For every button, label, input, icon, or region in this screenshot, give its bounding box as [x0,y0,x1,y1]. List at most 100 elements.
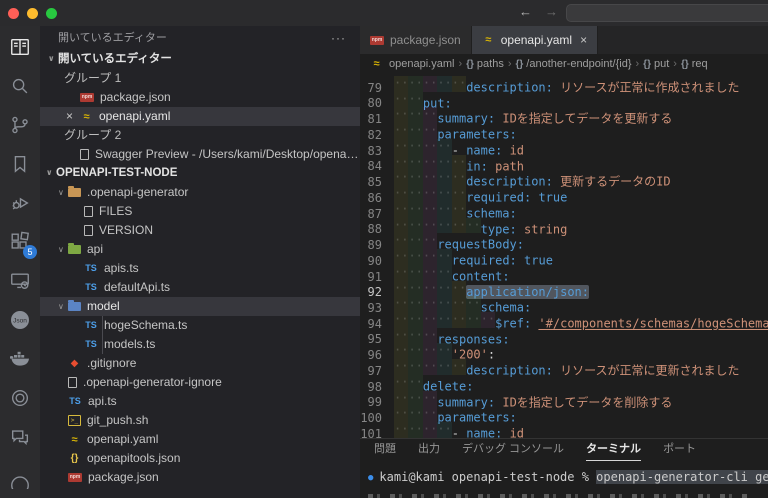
remote-explorer-icon[interactable] [7,268,33,294]
close-window-button[interactable] [8,8,19,19]
breadcrumb: ≈ openapi.yaml ›{} paths ›{}/another-endpoin… [360,54,768,74]
breadcrumb-item[interactable]: {} paths [466,58,504,70]
terminal-clipped-line [368,494,748,498]
tree-item[interactable]: TS hogeSchema.ts [40,316,360,335]
sidebar-more-actions-icon[interactable]: ··· [331,26,346,50]
yaml-icon: ≈ [83,110,90,123]
code-editor[interactable]: 79 ··········description: リソースが正常に作成されました… [360,74,768,438]
editor-group-label: グループ 2 [64,128,122,142]
code-line[interactable]: 79 ··········description: リソースが正常に作成されました [360,76,768,95]
code-line[interactable]: 83 ········- name: id [360,138,768,158]
api-folder-icon [68,243,81,255]
json-braces-icon: {} [70,453,79,465]
tree-item[interactable]: .openapi-generator-ignore [40,373,360,392]
ring-tool-icon[interactable] [7,385,33,411]
panel-tab[interactable]: ターミナル [586,440,642,461]
breadcrumb-item[interactable]: {} put [643,58,669,70]
terminal[interactable]: ● kami@kami openapi-test-node % openapi-g… [360,461,768,498]
project-root-header[interactable]: ∨ OPENAPI-TEST-NODE [40,164,360,183]
editor-tab[interactable]: npm package.json [360,26,472,54]
code-line[interactable]: 86 ··········required: true [360,186,768,205]
code-line[interactable]: 81 ······summary: IDを指定してデータを更新する [360,107,768,126]
maximize-window-button[interactable] [46,8,57,19]
extensions-badge: 5 [23,245,37,259]
code-line[interactable]: 85 ··········description: 更新するデータのID [360,170,768,189]
code-line[interactable]: 94 ··············$ref: '#/components/sche… [360,312,768,331]
bottom-panel: 問題 出力 デバッグ コンソール ターミナル ポート ● kami@kami openap… [360,438,768,498]
code-line[interactable]: 90 ········required: true [360,249,768,268]
panel-tab[interactable]: ポート [663,440,696,461]
chat-icon[interactable] [7,424,33,450]
file-icon [68,377,77,389]
tree-item[interactable]: ∨ .openapi-generator [40,183,360,202]
tree-item[interactable]: TS apis.ts [40,259,360,278]
yaml-icon: ≈ [485,34,492,46]
symbol-braces-icon: {} [466,59,474,70]
npm-icon: npm [370,35,384,45]
activity-bar: 5 Json [0,26,40,498]
open-editors-section-header[interactable]: ∨ 開いているエディター [40,50,360,69]
open-editor-item[interactable]: npm package.json [40,88,360,107]
tree-item[interactable]: TS defaultApi.ts [40,278,360,297]
sidebar-panel-title: 開いているエディター ··· [40,26,360,50]
code-line[interactable]: 91 ········content: [360,264,768,284]
typescript-icon: TS [69,396,81,407]
panel-tab[interactable]: デバッグ コンソール [462,440,564,461]
editor-tab[interactable]: ≈ openapi.yaml × [471,26,599,54]
close-tab-icon[interactable]: × [580,33,587,47]
tree-item[interactable]: ∨ model [40,297,360,316]
navigate-forward-icon[interactable]: → [545,4,558,19]
breadcrumb-item[interactable]: {} req [681,58,708,70]
panel-tab[interactable]: 出力 [418,440,440,461]
explorer-book-icon[interactable] [7,34,33,60]
typescript-icon: TS [85,339,97,350]
code-line[interactable]: 92 ··········application/json: [360,280,768,300]
command-center-search[interactable] [566,4,768,22]
search-icon[interactable] [7,73,33,99]
editor-tab-strip: npm package.json ≈ openapi.yaml × [360,26,768,54]
tree-item[interactable]: TS api.ts [40,392,360,411]
tree-item[interactable]: {} openapitools.json [40,449,360,468]
code-line[interactable]: 97 ··········description: リソースが正常に更新されました [360,359,768,378]
file-icon [84,206,93,218]
run-debug-icon[interactable] [7,190,33,216]
code-line[interactable]: 96 ········'200': [360,343,768,362]
panel-tab[interactable]: 問題 [374,440,396,461]
extensions-icon[interactable]: 5 [7,229,37,259]
json-tool-icon[interactable]: Json [7,307,33,333]
indent-guide [102,316,103,335]
symbol-braces-icon: {} [515,59,524,70]
account-icon-clipped[interactable] [7,465,33,491]
panel-tab-bar: 問題 出力 デバッグ コンソール ターミナル ポート [360,439,768,461]
docker-icon[interactable] [7,346,33,372]
bookmarks-icon[interactable] [7,151,33,177]
terminal-command: openapi-generator-cli generate -i ~/D [596,470,768,484]
tree-item[interactable]: ∨ api [40,240,360,259]
tree-item[interactable]: ≈ openapi.yaml [40,430,360,449]
code-line[interactable]: 99 ······summary: IDを指定してデータを削除する [360,390,768,409]
tree-item[interactable]: VERSION [40,221,360,240]
tree-item[interactable]: npm package.json [40,468,360,487]
close-editor-icon[interactable]: × [66,107,80,126]
minimize-window-button[interactable] [27,8,38,19]
source-control-icon[interactable] [7,112,33,138]
npm-icon: npm [80,93,94,103]
breadcrumb-item[interactable]: {}/another-endpoint/{id} [516,58,632,70]
tree-item[interactable]: TS models.ts [40,335,360,354]
breadcrumb-item[interactable]: ≈ openapi.yaml [370,58,454,70]
code-line[interactable]: 88 ············type: string [360,217,768,236]
open-editor-item[interactable]: Swagger Preview - /Users/kami/Desktop/op… [40,145,360,164]
navigate-back-icon[interactable]: ← [519,4,532,19]
svg-text:Json: Json [13,318,27,325]
tree-item[interactable]: FILES [40,202,360,221]
open-editor-item[interactable]: × ≈ openapi.yaml [40,107,360,126]
git-icon: ◆ [70,358,79,370]
code-line[interactable]: 84 ··········in: path [360,154,768,173]
tree-item[interactable]: ◆ .gitignore [40,354,360,373]
indent-guide [102,335,103,354]
code-line[interactable]: 101 ········- name: id [360,422,768,438]
tree-item[interactable]: >_ git_push.sh [40,411,360,430]
folder-icon [68,186,81,198]
file-icon [84,225,93,237]
explorer-sidebar: 開いているエディター ··· ∨ 開いているエディター グループ 1 npm packa… [40,26,360,498]
